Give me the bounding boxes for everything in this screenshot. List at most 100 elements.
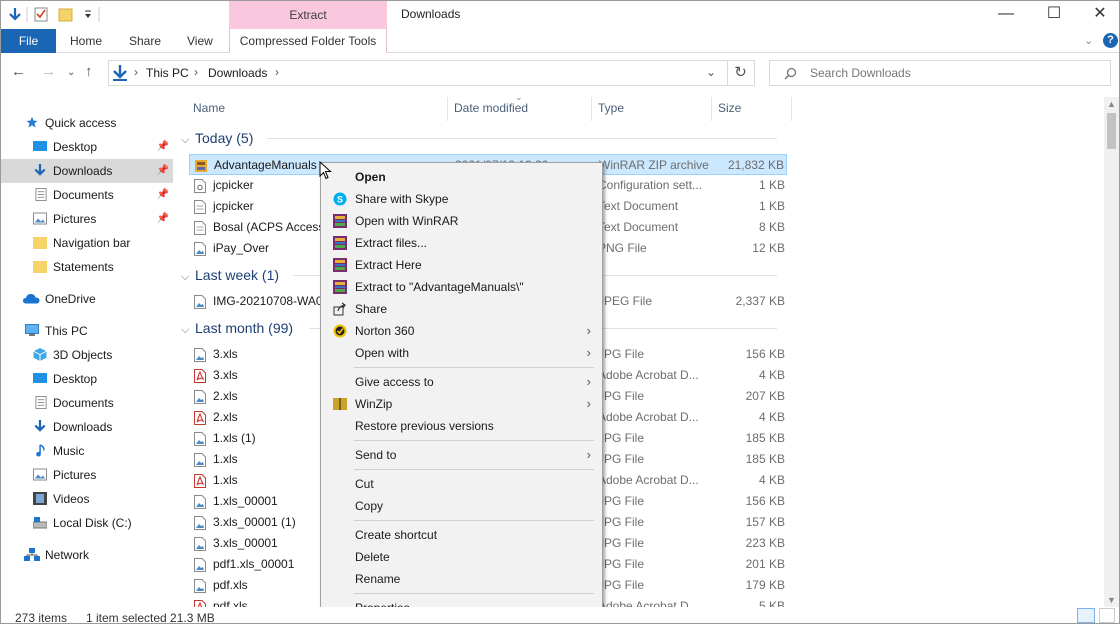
menu-item-rename[interactable]: Rename — [321, 568, 602, 590]
quick-access-icons[interactable] — [7, 6, 102, 24]
forward-arrow-icon[interactable]: → — [41, 63, 56, 80]
column-header-name[interactable]: Name — [193, 97, 225, 119]
details-view-icon[interactable] — [1077, 608, 1095, 623]
sidebar-quick-access[interactable]: Quick access — [1, 111, 173, 135]
context-tab-extract[interactable]: Extract — [229, 1, 387, 29]
close-button[interactable]: ✕ — [1077, 1, 1119, 29]
sidebar-item-desktop[interactable]: Desktop 📌 — [1, 135, 173, 159]
sidebar-item-documents-pc[interactable]: Documents — [1, 391, 173, 415]
menu-item-share-with-skype[interactable]: S Share with Skype — [321, 188, 602, 210]
menu-item-copy[interactable]: Copy — [321, 495, 602, 517]
menu-item-share[interactable]: Share — [321, 298, 602, 320]
menu-item-extract-files[interactable]: Extract files... — [321, 232, 602, 254]
menu-item-norton-360[interactable]: Norton 360 › — [321, 320, 602, 342]
sidebar-network[interactable]: Network — [1, 543, 173, 567]
tab-view[interactable]: View — [187, 29, 213, 53]
column-header-size[interactable]: Size — [718, 97, 741, 119]
menu-item-open-with[interactable]: Open with › — [321, 342, 602, 364]
file-size: 8 KB — [758, 220, 785, 234]
minimize-button[interactable]: — — [983, 1, 1029, 29]
winrar-icon — [333, 236, 347, 250]
search-box[interactable]: Search Downloads — [769, 60, 1111, 86]
tab-file[interactable]: File — [1, 29, 56, 53]
column-divider[interactable] — [791, 97, 792, 121]
sidebar-item-statements[interactable]: Statements — [1, 255, 173, 279]
sidebar-this-pc[interactable]: This PC — [1, 319, 173, 343]
pin-icon[interactable]: 📌 — [157, 135, 169, 159]
selection-info: 1 item selected 21.3 MB — [86, 611, 215, 624]
file-name: pdf1.xls_00001 — [213, 557, 295, 571]
menu-separator — [354, 440, 594, 441]
address-dropdown-icon[interactable]: ⌄ — [706, 65, 716, 79]
ribbon-expand-icon[interactable]: ⌄ — [1084, 34, 1093, 47]
sidebar-item-downloads-pc[interactable]: Downloads — [1, 415, 173, 439]
file-name: IMG-20210708-WA00 — [213, 294, 330, 308]
sidebar-item-local-disk[interactable]: Local Disk (C:) — [1, 511, 173, 535]
menu-item-give-access-to[interactable]: Give access to › — [321, 371, 602, 393]
up-arrow-icon[interactable]: ↑ — [85, 63, 93, 80]
winrar-icon — [333, 258, 347, 272]
sidebar-item-downloads[interactable]: Downloads 📌 — [1, 159, 173, 183]
folder-icon — [33, 237, 47, 249]
column-header-date[interactable]: Date modified — [454, 97, 528, 119]
scroll-up-icon[interactable]: ▲ — [1107, 99, 1116, 109]
sidebar-item-videos[interactable]: Videos — [1, 487, 173, 511]
file-type: PNG File — [598, 241, 647, 255]
sidebar-item-desktop-pc[interactable]: Desktop — [1, 367, 173, 391]
sidebar-item-pictures[interactable]: Pictures 📌 — [1, 207, 173, 231]
pin-icon[interactable]: 📌 — [157, 159, 169, 183]
file-type: JPG File — [598, 452, 645, 466]
vertical-scrollbar[interactable] — [1104, 97, 1119, 607]
file-type: JPG File — [598, 557, 645, 571]
scroll-down-icon[interactable]: ▼ — [1107, 595, 1116, 605]
file-type: WinRAR ZIP archive — [599, 158, 709, 172]
sidebar-label: Pictures — [53, 212, 97, 226]
large-icons-view-icon[interactable] — [1099, 608, 1115, 623]
sidebar-label: Local Disk (C:) — [53, 516, 132, 530]
column-divider[interactable] — [447, 97, 448, 121]
group-header-today[interactable]: ⌵ Today (5) — [181, 127, 781, 149]
menu-item-open[interactable]: Open — [321, 166, 602, 188]
sidebar-onedrive[interactable]: OneDrive — [1, 287, 173, 311]
back-arrow-icon[interactable]: ← — [11, 63, 26, 80]
file-size: 21,832 KB — [727, 158, 784, 172]
refresh-button[interactable]: ↻ — [727, 60, 755, 86]
menu-item-label: Open with — [355, 346, 410, 360]
help-icon[interactable]: ? — [1103, 33, 1118, 48]
menu-item-extract-to-advantagemanuals[interactable]: Extract to "AdvantageManuals\" — [321, 276, 602, 298]
sidebar-item-3d-objects[interactable]: 3D Objects — [1, 343, 173, 367]
menu-item-delete[interactable]: Delete — [321, 546, 602, 568]
column-divider[interactable] — [591, 97, 592, 121]
menu-item-open-with-winrar[interactable]: Open with WinRAR — [321, 210, 602, 232]
winzip-icon — [333, 398, 347, 410]
recent-locations-icon[interactable]: ⌄ — [67, 67, 75, 78]
scrollbar-thumb[interactable] — [1107, 113, 1116, 149]
menu-item-create-shortcut[interactable]: Create shortcut — [321, 524, 602, 546]
menu-item-send-to[interactable]: Send to › — [321, 444, 602, 466]
tab-share[interactable]: Share — [129, 29, 161, 53]
pin-icon[interactable]: 📌 — [157, 207, 169, 231]
tab-compressed-folder-tools[interactable]: Compressed Folder Tools — [229, 29, 387, 53]
breadcrumb-downloads[interactable]: Downloads — [208, 66, 267, 80]
menu-item-extract-here[interactable]: Extract Here — [321, 254, 602, 276]
pin-icon[interactable]: 📌 — [157, 183, 169, 207]
column-divider[interactable] — [711, 97, 712, 121]
sidebar-item-music[interactable]: Music — [1, 439, 173, 463]
maximize-button[interactable]: ☐ — [1031, 1, 1077, 29]
sidebar-item-navigation-bar[interactable]: Navigation bar — [1, 231, 173, 255]
address-bar[interactable]: › This PC › Downloads › ⌄ — [108, 60, 728, 86]
tab-home[interactable]: Home — [70, 29, 102, 53]
window-title: Downloads — [401, 7, 461, 21]
search-placeholder: Search Downloads — [810, 66, 911, 80]
image-file-icon — [194, 579, 206, 593]
file-size: 201 KB — [745, 557, 785, 571]
menu-item-cut[interactable]: Cut — [321, 473, 602, 495]
menu-item-label: Extract to "AdvantageManuals\" — [355, 280, 524, 294]
sidebar-item-pictures-pc[interactable]: Pictures — [1, 463, 173, 487]
menu-item-restore-previous-versions[interactable]: Restore previous versions — [321, 415, 602, 437]
sidebar-item-documents[interactable]: Documents 📌 — [1, 183, 173, 207]
breadcrumb-this-pc[interactable]: This PC — [146, 66, 189, 80]
column-header-type[interactable]: Type — [598, 97, 624, 119]
sidebar-label: Music — [53, 444, 85, 458]
menu-item-winzip[interactable]: WinZip › — [321, 393, 602, 415]
